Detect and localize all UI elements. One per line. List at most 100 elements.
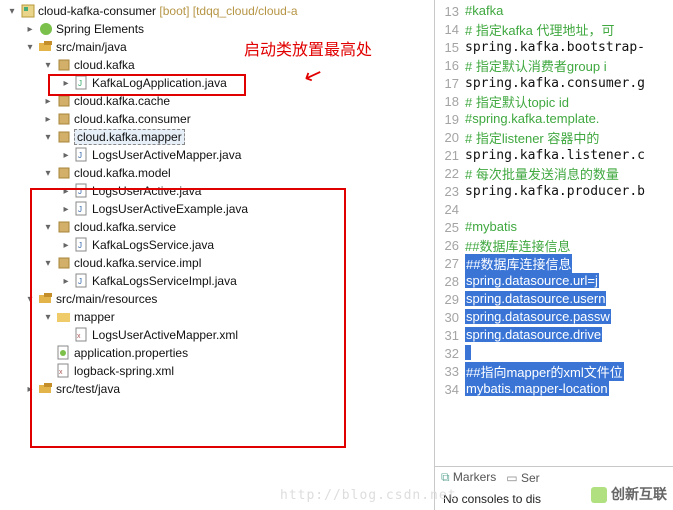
code-text: spring.datasource.passw: [465, 309, 673, 325]
editor-line[interactable]: 25#mybatis: [435, 218, 673, 236]
code-text: # 指定kafka 代理地址，可: [465, 20, 673, 39]
editor-line[interactable]: 24: [435, 200, 673, 218]
code-text: [465, 345, 673, 361]
editor-line[interactable]: 22# 每次批量发送消息的数量: [435, 164, 673, 182]
code-text: # 指定默认topic id: [465, 92, 673, 111]
tree-label: cloud.kafka: [74, 58, 135, 72]
line-number: 13: [435, 4, 465, 19]
project-root[interactable]: ▾ cloud-kafka-consumer [boot] [tdqq_clou…: [4, 2, 434, 20]
editor-content[interactable]: 13#kafka14# 指定kafka 代理地址，可15spring.kafka…: [435, 0, 673, 466]
package-icon: [56, 129, 72, 145]
line-number: 21: [435, 148, 465, 163]
brand-badge: 创新互联: [591, 484, 667, 504]
line-number: 20: [435, 130, 465, 145]
line-number: 23: [435, 184, 465, 199]
editor-line[interactable]: 14# 指定kafka 代理地址，可: [435, 20, 673, 38]
editor-line[interactable]: 20# 指定listener 容器中的: [435, 128, 673, 146]
line-number: 33: [435, 364, 465, 379]
chevron-right-icon[interactable]: ▸: [40, 114, 56, 125]
editor-line[interactable]: 29spring.datasource.usern: [435, 290, 673, 308]
project-icon: [20, 3, 36, 19]
file-mapper-java[interactable]: ▸ J LogsUserActiveMapper.java: [4, 146, 434, 164]
line-number: 26: [435, 238, 465, 253]
editor-line[interactable]: 31spring.datasource.drive: [435, 326, 673, 344]
editor-line[interactable]: 15spring.kafka.bootstrap-: [435, 38, 673, 56]
tree-label: LogsUserActiveMapper.java: [92, 148, 241, 162]
annotation-text: 启动类放置最高处: [244, 36, 372, 60]
code-text: spring.kafka.consumer.g: [465, 76, 673, 91]
line-number: 28: [435, 274, 465, 289]
line-number: 27: [435, 256, 465, 271]
spring-icon: [38, 21, 54, 37]
chevron-down-icon[interactable]: ▾: [4, 6, 20, 17]
chevron-right-icon[interactable]: ▸: [58, 150, 74, 161]
chevron-down-icon[interactable]: ▾: [40, 168, 56, 179]
watermark: http://blog.csdn.net: [280, 488, 457, 503]
code-text: #mybatis: [465, 219, 673, 235]
code-text: # 指定listener 容器中的: [465, 128, 673, 147]
editor-line[interactable]: 30spring.datasource.passw: [435, 308, 673, 326]
pkg-consumer[interactable]: ▸ cloud.kafka.consumer: [4, 110, 434, 128]
markers-icon: ⧉: [441, 470, 450, 484]
editor-line[interactable]: 33##指向mapper的xml文件位: [435, 362, 673, 380]
annotation-box-2: [30, 188, 346, 448]
code-text: # 指定默认消费者group i: [465, 56, 673, 75]
line-number: 17: [435, 76, 465, 91]
code-text: ##数据库连接信息: [465, 236, 673, 255]
editor-line[interactable]: 16# 指定默认消费者group i: [435, 56, 673, 74]
editor-pane: 13#kafka14# 指定kafka 代理地址，可15spring.kafka…: [435, 0, 673, 510]
source-folder-icon: [38, 39, 54, 55]
editor-line[interactable]: 17spring.kafka.consumer.g: [435, 74, 673, 92]
chevron-down-icon[interactable]: ▾: [22, 42, 38, 53]
markers-tab[interactable]: ⧉ Markers: [441, 470, 496, 485]
servers-tab[interactable]: ▭ Ser: [506, 471, 539, 485]
editor-line[interactable]: 23spring.kafka.producer.b: [435, 182, 673, 200]
editor-line[interactable]: 34mybatis.mapper-location: [435, 380, 673, 398]
package-icon: [56, 165, 72, 181]
pkg-model[interactable]: ▾ cloud.kafka.model: [4, 164, 434, 182]
servers-icon: ▭: [506, 471, 517, 485]
editor-line[interactable]: 19#spring.kafka.template.: [435, 110, 673, 128]
pkg-mapper[interactable]: ▾ cloud.kafka.mapper: [4, 128, 434, 146]
chevron-right-icon[interactable]: ▸: [22, 24, 38, 35]
code-text: ##指向mapper的xml文件位: [465, 362, 673, 381]
editor-line[interactable]: 13#kafka: [435, 2, 673, 20]
tree-label: cloud.kafka.model: [74, 166, 171, 180]
line-number: 29: [435, 292, 465, 307]
line-number: 31: [435, 328, 465, 343]
tree-label-selected: cloud.kafka.mapper: [74, 129, 185, 145]
editor-line[interactable]: 28spring.datasource.url=j: [435, 272, 673, 290]
brand-text: 创新互联: [611, 486, 667, 502]
code-text: spring.datasource.usern: [465, 291, 673, 307]
code-text: spring.kafka.producer.b: [465, 184, 673, 199]
line-number: 30: [435, 310, 465, 325]
editor-line[interactable]: 32: [435, 344, 673, 362]
line-number: 14: [435, 22, 465, 37]
editor-line[interactable]: 18# 指定默认topic id: [435, 92, 673, 110]
tree-label: cloud.kafka.consumer: [74, 112, 191, 126]
chevron-right-icon[interactable]: ▸: [40, 96, 56, 107]
package-icon: [56, 57, 72, 73]
chevron-down-icon[interactable]: ▾: [40, 132, 56, 143]
line-number: 18: [435, 94, 465, 109]
code-text: spring.datasource.url=j: [465, 273, 673, 289]
annotation-box-1: [48, 74, 246, 96]
project-name: cloud-kafka-consumer [boot] [tdqq_cloud/…: [38, 4, 298, 18]
tree-label: src/main/java: [56, 40, 127, 54]
tab-label: Ser: [521, 471, 540, 485]
svg-text:J: J: [78, 151, 82, 160]
code-text: spring.datasource.drive: [465, 327, 673, 343]
editor-line[interactable]: 26##数据库连接信息: [435, 236, 673, 254]
editor-line[interactable]: 27##数据库连接信息: [435, 254, 673, 272]
code-text: mybatis.mapper-location: [465, 381, 673, 397]
java-file-icon: J: [74, 147, 90, 163]
line-number: 22: [435, 166, 465, 181]
code-text: spring.kafka.listener.c: [465, 148, 673, 163]
line-number: 24: [435, 202, 465, 217]
tab-label: Markers: [453, 470, 496, 484]
code-text: spring.kafka.bootstrap-: [465, 40, 673, 55]
line-number: 19: [435, 112, 465, 127]
chevron-down-icon[interactable]: ▾: [40, 60, 56, 71]
line-number: 32: [435, 346, 465, 361]
editor-line[interactable]: 21spring.kafka.listener.c: [435, 146, 673, 164]
